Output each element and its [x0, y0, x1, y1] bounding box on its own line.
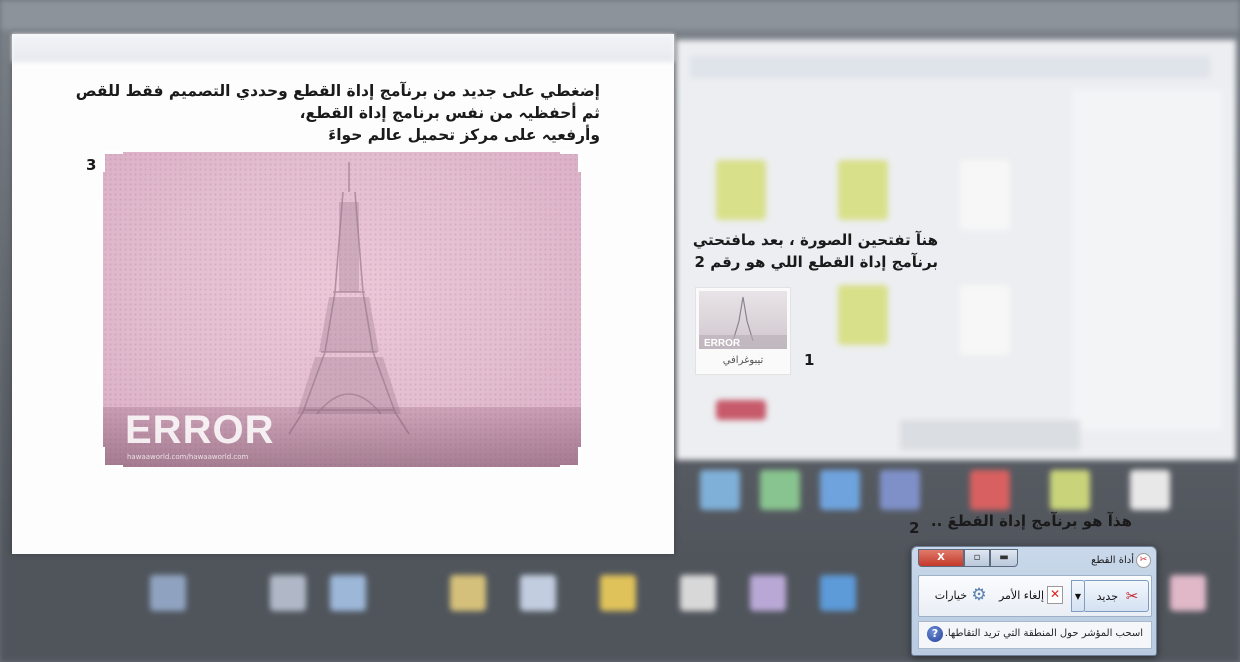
instruction-text: إضغطي على جديد من برنآمج إداة القطع وحدد…: [76, 80, 600, 146]
instruction-line-1: إضغطي على جديد من برنآمج إداة القطع وحدد…: [75, 82, 600, 100]
crop-corner-bottom-left: [102, 447, 123, 468]
status-bar: اسحب المؤشر حول المنطقة التي تريد التقاط…: [918, 621, 1152, 649]
close-icon: X: [937, 552, 945, 563]
cancel-button[interactable]: ✕ إلغاء الأمر: [995, 580, 1067, 610]
crop-corner-bottom-right: [560, 447, 581, 468]
thumbnail-tower-graphic: ERROR: [699, 296, 787, 349]
thumbnail-brand-text: ERROR: [704, 338, 741, 349]
crop-corner-top-right: [560, 151, 581, 172]
open-image-caption: هنآ تفتحين الصورة ، بعد مافتحتي برنآمج إ…: [693, 229, 938, 273]
cancel-label: إلغاء الأمر: [998, 588, 1044, 602]
step-number-3: 3: [86, 156, 97, 174]
gear-icon: ⚙: [971, 585, 987, 605]
snipping-tool-caption: هذآ هو برنآمج إداة القطعَ ..: [930, 512, 1132, 530]
caption-line-2: برنآمج إداة القطع اللي هو رقم 2: [694, 253, 938, 271]
options-button[interactable]: ⚙ خيارات: [921, 580, 991, 610]
step-number-2: 2: [909, 519, 920, 537]
design-brand-text: ERROR: [125, 408, 275, 452]
crop-corner-top-left: [102, 151, 123, 172]
thumbnail-image: ERROR: [699, 291, 787, 349]
dropdown-arrow-icon: ▼: [1074, 591, 1082, 601]
blurred-window-titlebar: [12, 34, 674, 62]
instruction-line-3: وأرفعيہ على مركز تحميل عالم حواءَ: [328, 126, 600, 144]
image-thumbnail[interactable]: ERROR تيبوغرافي: [695, 287, 791, 375]
new-mode-dropdown[interactable]: ▼: [1071, 580, 1085, 612]
minimize-icon: ▬: [999, 552, 1009, 563]
step-number-1: 1: [804, 351, 815, 369]
scissors-icon: ✂: [1125, 587, 1139, 605]
help-icon[interactable]: ?: [927, 626, 943, 642]
snipping-toolbar: ✂ جديد ▼ ✕ إلغاء الأمر ⚙ خيارات: [918, 575, 1152, 617]
new-label: جديد: [1096, 589, 1118, 603]
maximize-button[interactable]: ▫: [964, 549, 990, 567]
instruction-line-2: ثم أحفظيہ من نفس برنامج إداة القطع،: [299, 104, 600, 122]
status-text: اسحب المؤشر حول المنطقة التي تريد التقاط…: [944, 628, 1143, 639]
design-watermark-text: hawaaworld.com/hawaaworld.com: [127, 453, 249, 461]
close-button[interactable]: X: [918, 549, 964, 567]
snipping-tool-window: X ▫ ▬ أداة القطع ✂ ✂ جديد ▼ ✕ إلغاء الأم…: [911, 546, 1157, 656]
scissors-app-icon: ✂: [1136, 553, 1151, 568]
window-title: أداة القطع: [1091, 555, 1134, 566]
thumbnail-label: تيبوغرافي: [722, 355, 764, 366]
new-snip-button[interactable]: ✂ جديد: [1083, 580, 1149, 612]
options-label: خيارات: [934, 588, 967, 602]
cancel-x-icon: ✕: [1047, 586, 1063, 604]
minimize-button[interactable]: ▬: [990, 549, 1018, 567]
captured-design-image: ERROR hawaaworld.com/hawaaworld.com: [103, 152, 581, 467]
maximize-icon: ▫: [973, 552, 981, 563]
caption-line-1: هنآ تفتحين الصورة ، بعد مافتحتي: [692, 231, 938, 249]
